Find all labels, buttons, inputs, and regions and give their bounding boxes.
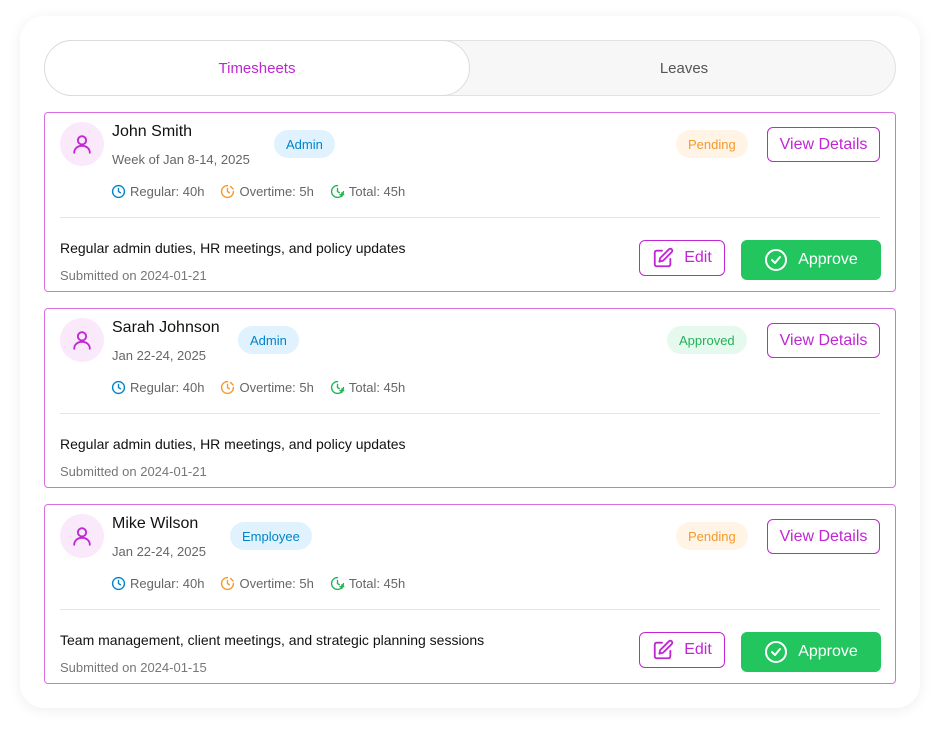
tab-timesheets[interactable]: Timesheets: [44, 40, 470, 96]
description: Team management, client meetings, and st…: [60, 632, 485, 648]
avatar: [60, 122, 104, 166]
overtime-hours: Overtime: 5h: [220, 576, 314, 591]
regular-hours-label: Regular: 40h: [130, 380, 205, 395]
timesheet-panel: Timesheets Leaves John Smith Week of Jan…: [20, 16, 920, 708]
period-text: Jan 22-24, 2025: [112, 544, 206, 559]
divider: [60, 413, 880, 414]
hours-summary: Regular: 40h Overtime: 5h Total: 45h: [111, 380, 421, 395]
edit-icon: [654, 639, 674, 660]
period-text: Week of Jan 8-14, 2025: [112, 152, 250, 167]
total-hours: Total: 45h: [330, 576, 405, 591]
edit-button-label: Edit: [684, 641, 712, 658]
overtime-clock-icon: [221, 184, 235, 199]
role-badge: Employee: [230, 522, 312, 550]
divider: [60, 609, 880, 610]
clock-icon: [111, 184, 126, 199]
hours-summary: Regular: 40h Overtime: 5h Total: 45h: [111, 576, 421, 591]
view-details-button[interactable]: View Details: [767, 519, 880, 554]
total-hours: Total: 45h: [330, 380, 405, 395]
description: Regular admin duties, HR meetings, and p…: [60, 436, 406, 452]
total-clock-icon: [330, 576, 345, 591]
user-icon: [73, 527, 91, 546]
submitted-date: Submitted on 2024-01-21: [60, 268, 207, 283]
user-icon: [73, 331, 91, 350]
regular-hours-label: Regular: 40h: [130, 184, 205, 199]
overtime-hours-label: Overtime: 5h: [239, 184, 314, 199]
total-hours-label: Total: 45h: [348, 184, 406, 199]
overtime-clock-icon: [221, 576, 235, 591]
check-circle-icon: [765, 641, 788, 663]
divider: [60, 217, 880, 218]
status-badge: Pending: [676, 130, 748, 158]
overtime-clock-icon: [221, 380, 235, 395]
avatar: [60, 318, 104, 362]
regular-hours: Regular: 40h: [111, 380, 204, 395]
edit-button[interactable]: Edit: [639, 632, 725, 668]
total-clock-icon: [330, 380, 345, 395]
regular-hours: Regular: 40h: [111, 576, 204, 591]
status-badge: Approved: [667, 326, 747, 354]
timesheet-card: John Smith Week of Jan 8-14, 2025 Admin …: [44, 112, 896, 292]
check-circle-icon: [765, 249, 788, 271]
avatar: [60, 514, 104, 558]
total-hours-label: Total: 45h: [348, 380, 406, 395]
user-icon: [73, 135, 91, 154]
approve-button[interactable]: Approve: [741, 632, 881, 672]
timesheet-card: Mike Wilson Jan 22-24, 2025 Employee Pen…: [44, 504, 896, 684]
submitted-date: Submitted on 2024-01-15: [60, 660, 207, 675]
description: Regular admin duties, HR meetings, and p…: [60, 240, 406, 256]
view-details-button[interactable]: View Details: [767, 323, 880, 358]
approve-button-label: Approve: [798, 251, 858, 268]
clock-icon: [111, 380, 126, 395]
timesheet-card: Sarah Johnson Jan 22-24, 2025 Admin Appr…: [44, 308, 896, 488]
regular-hours: Regular: 40h: [111, 184, 204, 199]
role-badge: Admin: [238, 326, 299, 354]
tab-bar: Timesheets Leaves: [44, 40, 896, 96]
edit-button[interactable]: Edit: [639, 240, 725, 276]
approve-button[interactable]: Approve: [741, 240, 881, 280]
edit-icon: [654, 247, 674, 268]
edit-button-label: Edit: [684, 249, 712, 266]
view-details-button[interactable]: View Details: [767, 127, 880, 162]
employee-name: Mike Wilson: [112, 515, 199, 532]
overtime-hours: Overtime: 5h: [220, 184, 314, 199]
employee-name: Sarah Johnson: [112, 319, 220, 336]
submitted-date: Submitted on 2024-01-21: [60, 464, 207, 479]
total-hours-label: Total: 45h: [348, 576, 406, 591]
overtime-hours-label: Overtime: 5h: [239, 380, 314, 395]
employee-name: John Smith: [112, 123, 193, 140]
total-hours: Total: 45h: [330, 184, 405, 199]
total-clock-icon: [330, 184, 345, 199]
hours-summary: Regular: 40h Overtime: 5h Total: 45h: [111, 184, 421, 199]
clock-icon: [111, 576, 126, 591]
period-text: Jan 22-24, 2025: [112, 348, 206, 363]
tab-leaves[interactable]: Leaves: [471, 40, 897, 96]
regular-hours-label: Regular: 40h: [130, 576, 205, 591]
overtime-hours-label: Overtime: 5h: [239, 576, 314, 591]
approve-button-label: Approve: [798, 643, 858, 660]
status-badge: Pending: [676, 522, 748, 550]
overtime-hours: Overtime: 5h: [220, 380, 314, 395]
role-badge: Admin: [274, 130, 335, 158]
